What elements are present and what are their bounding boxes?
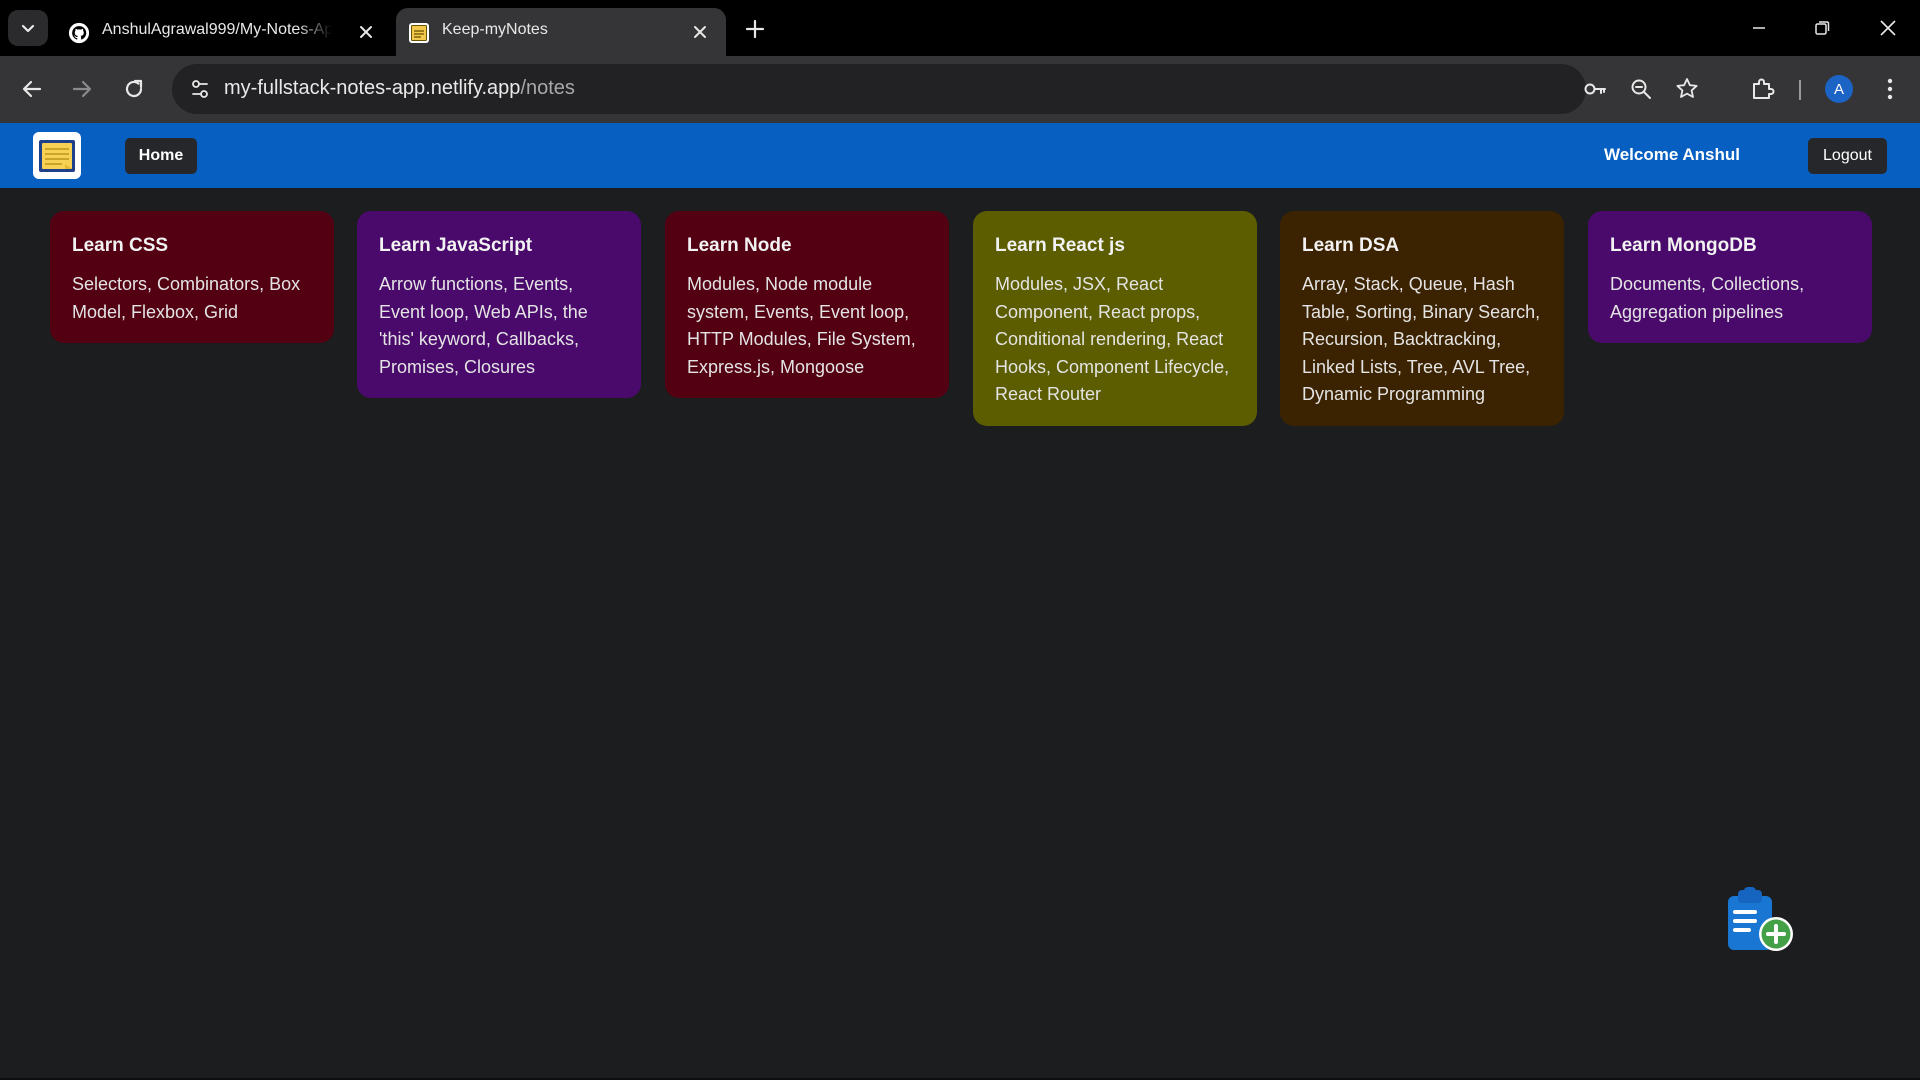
- note-title: Learn Node: [687, 235, 792, 256]
- note-title: Learn CSS: [72, 235, 169, 256]
- address-bar[interactable]: my-fullstack-notes-app.netlify.app/notes: [172, 64, 1698, 114]
- note-card[interactable]: Learn Node Modules, Node module system, …: [665, 211, 949, 398]
- home-button[interactable]: Home: [125, 138, 197, 174]
- extensions-icon[interactable]: [1748, 75, 1776, 103]
- github-icon: [68, 22, 90, 44]
- close-icon[interactable]: [690, 22, 710, 42]
- note-title: Learn React js: [995, 235, 1125, 256]
- tab-title: AnshulAgrawal999/My-Notes-App: [102, 21, 332, 38]
- bookmark-star-icon[interactable]: [1674, 76, 1700, 102]
- note-content: Selectors, Combinators, Box Model, Flexb…: [72, 274, 301, 322]
- app-navbar: Home Welcome Anshul Logout: [0, 123, 1920, 188]
- note-card[interactable]: Learn JavaScript Arrow functions, Events…: [357, 211, 641, 398]
- url-host: my-fullstack-notes-app.netlify.app: [224, 77, 521, 99]
- note-title: Learn DSA: [1302, 235, 1400, 256]
- note-content: Documents, Collections, Aggregation pipe…: [1610, 274, 1805, 322]
- note-card[interactable]: Learn React js Modules, JSX, React Compo…: [973, 211, 1257, 426]
- url-path: /notes: [520, 77, 575, 99]
- note-card[interactable]: Learn DSA Array, Stack, Queue, Hash Tabl…: [1280, 211, 1564, 426]
- note-content: Array, Stack, Queue, Hash Table, Sorting…: [1302, 274, 1541, 404]
- browser-tab-keep-mynotes[interactable]: Keep-myNotes: [396, 8, 726, 56]
- tab-title: Keep-myNotes: [442, 21, 548, 38]
- site-info-icon[interactable]: [182, 72, 218, 106]
- welcome-text: Welcome Anshul: [1603, 145, 1740, 164]
- logout-button[interactable]: Logout: [1808, 138, 1887, 174]
- add-note-icon[interactable]: [1722, 886, 1798, 956]
- back-arrow-icon[interactable]: [18, 75, 46, 103]
- note-title: Learn JavaScript: [379, 235, 533, 256]
- browser-toolbar: my-fullstack-notes-app.netlify.app/notes…: [0, 56, 1920, 123]
- chevron-down-icon: [21, 24, 35, 33]
- note-content: Modules, Node module system, Events, Eve…: [687, 274, 916, 377]
- note-content: Arrow functions, Events, Event loop, Web…: [379, 274, 588, 377]
- notes-logo-icon: [39, 139, 75, 172]
- note-content: Modules, JSX, React Component, React pro…: [995, 274, 1230, 404]
- tab-search-button[interactable]: [8, 10, 48, 46]
- minimize-icon[interactable]: [1745, 14, 1773, 42]
- window-close-icon[interactable]: [1874, 14, 1902, 42]
- new-tab-icon[interactable]: [742, 16, 768, 42]
- toolbar-divider: [1799, 80, 1801, 100]
- browser-tab-github[interactable]: AnshulAgrawal999/My-Notes-App: [56, 8, 392, 56]
- note-card[interactable]: Learn CSS Selectors, Combinators, Box Mo…: [50, 211, 334, 343]
- forward-arrow-icon[interactable]: [68, 75, 96, 103]
- reload-icon[interactable]: [120, 75, 148, 103]
- more-menu-icon[interactable]: [1876, 75, 1904, 103]
- notes-favicon: [409, 23, 429, 43]
- note-card[interactable]: Learn MongoDB Documents, Collections, Ag…: [1588, 211, 1872, 343]
- app-logo[interactable]: [33, 132, 81, 179]
- zoom-out-icon[interactable]: [1628, 76, 1654, 102]
- password-key-icon[interactable]: [1582, 76, 1608, 102]
- restore-icon[interactable]: [1808, 14, 1836, 42]
- profile-avatar[interactable]: A: [1825, 75, 1853, 103]
- url-text: my-fullstack-notes-app.netlify.app/notes: [224, 77, 575, 100]
- browser-tab-strip: AnshulAgrawal999/My-Notes-App Keep-myNot…: [0, 0, 1920, 56]
- note-title: Learn MongoDB: [1610, 235, 1757, 256]
- close-icon[interactable]: [356, 22, 376, 42]
- notes-grid: Learn CSS Selectors, Combinators, Box Mo…: [0, 188, 1920, 1078]
